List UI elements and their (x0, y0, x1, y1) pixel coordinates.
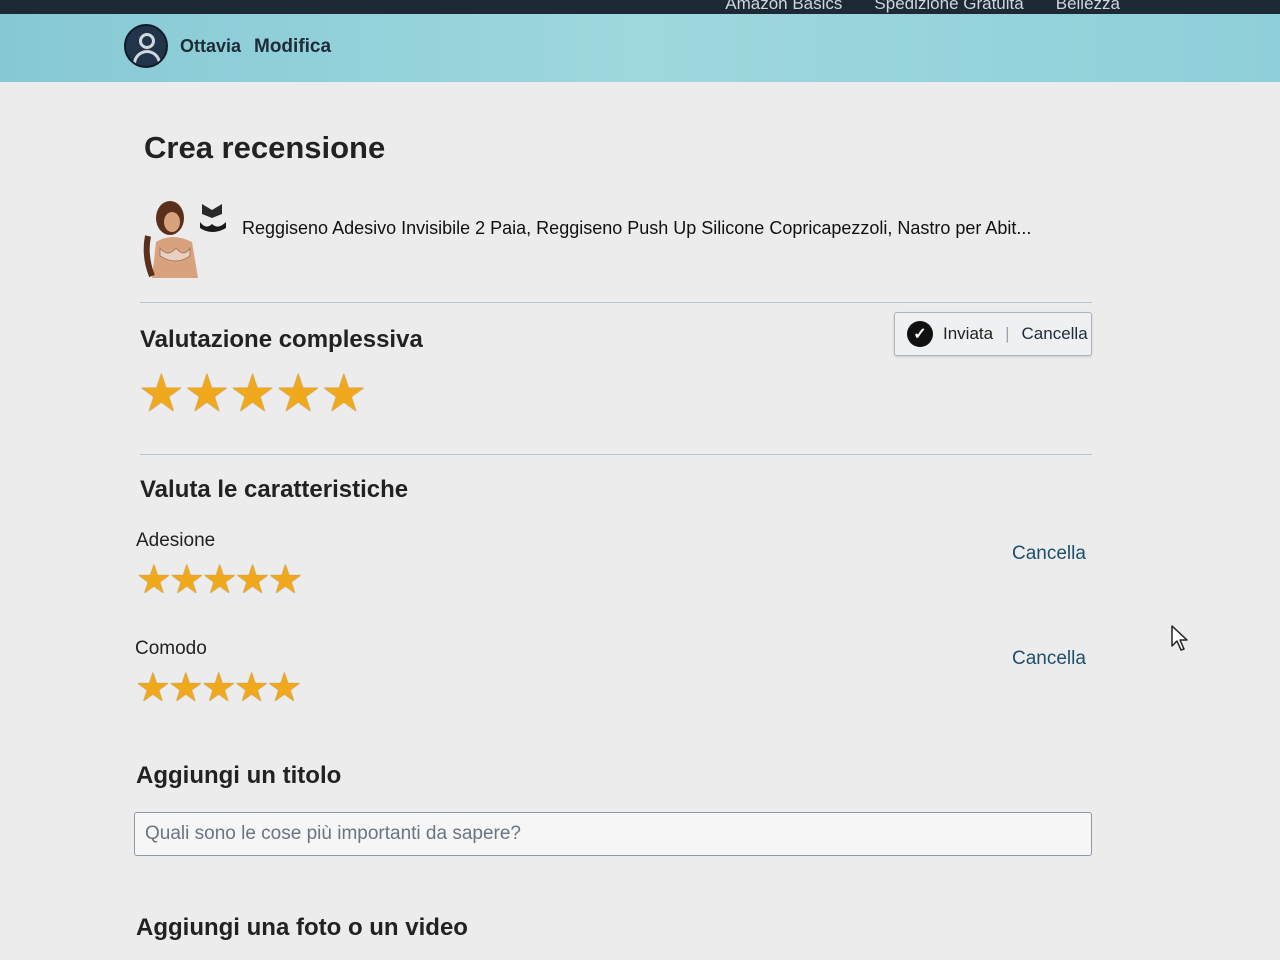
title-section-heading: Aggiungi un titolo (136, 762, 342, 789)
submitted-label: Inviata (943, 324, 994, 343)
star-icon[interactable]: ★ (201, 668, 237, 708)
feature-label-comodo: Comodo (135, 638, 207, 659)
star-icon[interactable]: ★ (202, 560, 238, 600)
user-avatar-icon[interactable] (124, 24, 168, 68)
media-section-heading: Aggiungi una foto o un video (136, 914, 468, 941)
star-icon[interactable]: ★ (275, 368, 322, 420)
star-icon[interactable]: ★ (135, 668, 171, 708)
star-icon[interactable]: ★ (136, 560, 172, 600)
product-title: Reggiseno Adesivo Invisibile 2 Paia, Reg… (242, 218, 1032, 238)
avatar-head (139, 33, 155, 49)
divider-middle (140, 454, 1092, 455)
nav-link-amazon-basics[interactable]: Amazon Basics (725, 0, 842, 14)
feature-cancel-link-adesione[interactable]: Cancella (1012, 543, 1086, 565)
overall-star-rating[interactable]: ★ ★ ★ ★ ★ (138, 368, 368, 420)
feature-label-adesione: Adesione (136, 530, 216, 551)
edit-profile-link[interactable]: Modifica (254, 36, 331, 58)
check-circle-icon: ✓ (907, 321, 933, 347)
overall-rating-heading: Valutazione complessiva (140, 326, 423, 353)
rating-status-box: ✓ Inviata | Cancella (894, 312, 1092, 356)
divider-top (140, 302, 1092, 303)
nav-link-spedizione-gratuita[interactable]: Spedizione Gratuita (874, 0, 1023, 14)
star-icon[interactable]: ★ (235, 560, 271, 600)
nav-link-bellezza[interactable]: Bellezza (1056, 0, 1120, 14)
feature-star-rating-adesione[interactable]: ★ ★ ★ ★ ★ (136, 560, 303, 600)
page-title: Crea recensione (144, 130, 386, 165)
star-icon[interactable]: ★ (234, 668, 270, 708)
star-icon[interactable]: ★ (184, 368, 231, 420)
top-navigation: Amazon Basics Spedizione Gratuita Bellez… (0, 0, 1280, 14)
user-name: Ottavia (180, 36, 242, 56)
mouse-pointer-icon (1171, 625, 1188, 651)
review-title-input[interactable] (134, 812, 1092, 856)
feature-cancel-link-comodo[interactable]: Cancella (1012, 648, 1086, 670)
star-icon[interactable]: ★ (168, 668, 204, 708)
nav-links: Amazon Basics Spedizione Gratuita Bellez… (725, 0, 1120, 14)
features-heading: Valuta le caratteristiche (140, 476, 409, 503)
star-icon[interactable]: ★ (229, 368, 276, 420)
star-icon[interactable]: ★ (321, 368, 368, 420)
star-icon[interactable]: ★ (169, 560, 205, 600)
star-icon[interactable]: ★ (138, 368, 185, 420)
star-icon[interactable]: ★ (267, 560, 303, 600)
avatar-shoulders (133, 50, 161, 66)
separator: | (1005, 324, 1010, 343)
user-bar: Ottavia Modifica (0, 14, 1280, 82)
product-image[interactable] (140, 196, 230, 278)
feature-star-rating-comodo[interactable]: ★ ★ ★ ★ ★ (135, 668, 302, 708)
overall-rating-cancel-link[interactable]: Cancella (1022, 324, 1088, 344)
star-icon[interactable]: ★ (266, 668, 302, 708)
